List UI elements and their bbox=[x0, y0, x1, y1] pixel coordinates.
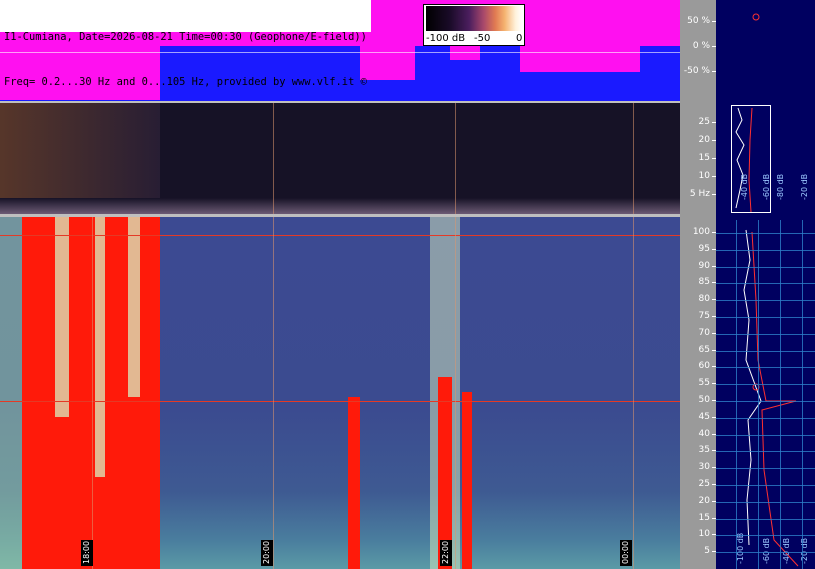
bottom-axis-label: 5 bbox=[704, 546, 716, 557]
bottom-axis-label: 100 bbox=[692, 227, 717, 237]
grid-line bbox=[716, 468, 815, 470]
bottom-axis-label: 90 bbox=[698, 260, 717, 271]
grid-line bbox=[716, 317, 815, 318]
bottom-axis-label: 45 bbox=[698, 411, 717, 422]
frequency-axis: 50 % 0 % -50 % 25 20 15 10 5 Hz 100 95 90 8… bbox=[680, 0, 717, 569]
mid-axis-label: 5 Hz bbox=[689, 189, 717, 199]
bottom-scale-label: -60 dB bbox=[762, 537, 771, 564]
bottom-axis-label: 20 bbox=[698, 495, 717, 506]
mid-axis-label: 15 bbox=[698, 153, 717, 163]
colorbar bbox=[426, 6, 522, 31]
bottom-axis-label: 30 bbox=[698, 462, 717, 473]
time-label: 18:00 bbox=[81, 540, 93, 566]
low-frequency-spectrogram bbox=[0, 103, 680, 214]
colorbar-legend: -100 dB -50 0 bbox=[423, 4, 525, 46]
bottom-axis-label: 70 bbox=[698, 327, 717, 338]
grid-line bbox=[716, 552, 815, 554]
time-label: 22:00 bbox=[440, 540, 452, 566]
mid-axis-label: 10 bbox=[698, 171, 717, 181]
top-axis-label: 0 % bbox=[692, 41, 717, 51]
grid-line bbox=[736, 220, 737, 569]
legend-mid-label: -50 bbox=[474, 33, 491, 44]
bottom-axis-label: 15 bbox=[698, 512, 717, 523]
bottom-axis-label: 60 bbox=[698, 361, 717, 372]
grid-line bbox=[716, 501, 815, 503]
bottom-axis-label: 85 bbox=[698, 277, 717, 288]
grid-line bbox=[716, 266, 815, 268]
bottom-axis-label: 25 bbox=[698, 479, 717, 489]
title-line-1: I1-Cumiana, Date=2026-08-21 Time=00:30 (… bbox=[4, 31, 367, 43]
top-axis-label: -50 % bbox=[683, 66, 717, 76]
grid-line bbox=[716, 283, 815, 285]
mid-scale-label: -40 dB bbox=[740, 173, 749, 200]
grid-line bbox=[716, 300, 815, 302]
bottom-axis-label: 75 bbox=[698, 311, 717, 321]
mid-scale-label: -20 dB bbox=[800, 173, 809, 200]
grid-line bbox=[758, 220, 759, 569]
legend-max-label: 0 bbox=[516, 33, 523, 44]
high-frequency-spectrogram bbox=[0, 217, 680, 569]
grid-line bbox=[716, 384, 815, 386]
bottom-axis-label: 80 bbox=[698, 294, 717, 305]
grid-line bbox=[716, 401, 815, 402]
time-label: 20:00 bbox=[261, 540, 273, 566]
grid-line bbox=[716, 417, 815, 419]
time-label: 00:00 bbox=[620, 540, 632, 566]
bottom-axis-label: 65 bbox=[698, 344, 717, 355]
grid-line bbox=[780, 220, 781, 569]
bottom-axis-label: 10 bbox=[698, 529, 717, 540]
grid-line bbox=[716, 518, 815, 520]
bottom-axis-label: 40 bbox=[698, 428, 717, 439]
grid-line bbox=[716, 249, 815, 251]
mid-scale-label: -60 dB bbox=[762, 173, 771, 200]
bottom-axis-label: 50 bbox=[698, 395, 717, 405]
bottom-axis-label: 55 bbox=[698, 378, 717, 389]
grid-line bbox=[716, 485, 815, 486]
grid-line bbox=[716, 451, 815, 453]
bottom-axis-label: 35 bbox=[698, 445, 717, 456]
grid-line bbox=[716, 535, 815, 537]
bottom-scale-label: -40 dB bbox=[782, 537, 791, 564]
grid-line bbox=[716, 350, 815, 352]
mid-scale-label: -80 dB bbox=[776, 173, 785, 200]
grid-line bbox=[716, 333, 815, 335]
spectrum-profile-lines bbox=[735, 13, 799, 567]
bottom-axis-label: 95 bbox=[698, 243, 717, 254]
legend-min-label: -100 dB bbox=[426, 33, 466, 44]
grid-line bbox=[716, 233, 815, 234]
mid-axis-label: 20 bbox=[698, 135, 717, 145]
chart-title: I1-Cumiana, Date=2026-08-21 Time=00:30 (… bbox=[0, 0, 371, 88]
spectrum-profile-panel: -40 dB -60 dB -80 dB -20 dB -100 dB -60 … bbox=[716, 0, 815, 569]
bottom-scale-label: -100 dB bbox=[736, 532, 745, 564]
title-line-2: Freq= 0.2...30 Hz and 0...105 Hz, provid… bbox=[4, 76, 367, 88]
top-axis-label: 50 % bbox=[687, 16, 716, 26]
mid-axis-label: 25 bbox=[698, 117, 717, 127]
grid-line bbox=[716, 434, 815, 436]
grid-line bbox=[802, 220, 803, 569]
grid-line bbox=[716, 367, 815, 369]
